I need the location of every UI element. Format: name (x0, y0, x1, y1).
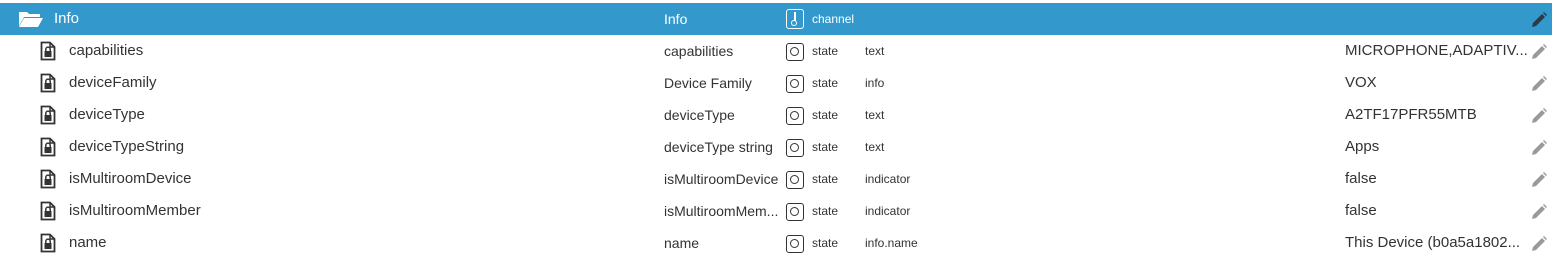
row-name: isMultiroomMember (69, 202, 201, 219)
row-title: capabilities (664, 43, 734, 59)
row-type: state (812, 108, 839, 122)
pencil-icon[interactable] (1530, 3, 1552, 35)
state-row-deviceFamily[interactable]: deviceFamily Device Family state info VO… (0, 67, 1552, 99)
locked-file-icon (40, 67, 60, 99)
row-type: state (812, 76, 839, 90)
locked-file-icon (40, 195, 60, 227)
locked-file-icon (40, 163, 60, 195)
channel-icon (786, 3, 808, 35)
row-title: deviceType string (664, 139, 773, 155)
pencil-icon[interactable] (1530, 163, 1552, 195)
state-icon (786, 227, 808, 259)
state-icon (786, 99, 808, 131)
row-role: text (865, 108, 885, 122)
row-type: state (812, 44, 839, 58)
row-title: Device Family (664, 75, 752, 91)
row-role: indicator (865, 204, 911, 218)
row-role: info (865, 76, 885, 90)
state-icon (786, 163, 808, 195)
row-name: Info (54, 10, 80, 27)
row-name: deviceType (69, 106, 145, 123)
state-icon (786, 35, 808, 67)
row-title: isMultiroomMem... (664, 203, 779, 219)
state-icon (786, 67, 808, 99)
folder-open-icon[interactable] (18, 3, 46, 35)
row-name: name (69, 234, 107, 251)
row-name: isMultiroomDevice (69, 170, 192, 187)
state-row-isMultiroomMember[interactable]: isMultiroomMember isMultiroomMem... stat… (0, 195, 1552, 227)
locked-file-icon (40, 99, 60, 131)
row-value[interactable]: Apps (1345, 131, 1530, 163)
pencil-icon[interactable] (1530, 227, 1552, 259)
row-type: state (812, 236, 839, 250)
row-title: isMultiroomDevice (664, 171, 779, 187)
state-row-deviceTypeString[interactable]: deviceTypeString deviceType string state… (0, 131, 1552, 163)
object-tree: Info Info channel capabilities capabilit… (0, 0, 1552, 253)
row-name: capabilities (69, 42, 144, 59)
state-row-capabilities[interactable]: capabilities capabilities state text MIC… (0, 35, 1552, 67)
pencil-icon[interactable] (1530, 99, 1552, 131)
row-type: state (812, 140, 839, 154)
row-name: deviceTypeString (69, 138, 185, 155)
state-icon (786, 195, 808, 227)
state-row-isMultiroomDevice[interactable]: isMultiroomDevice isMultiroomDevice stat… (0, 163, 1552, 195)
row-value[interactable]: false (1345, 163, 1530, 195)
row-title: deviceType (664, 107, 735, 123)
row-value[interactable]: A2TF17PFR55MTB (1345, 99, 1530, 131)
state-rows: capabilities capabilities state text MIC… (0, 32, 1552, 256)
row-role: info.name (865, 236, 918, 250)
row-name: deviceFamily (69, 74, 157, 91)
row-type: state (812, 172, 839, 186)
row-title: name (664, 235, 700, 251)
row-value[interactable]: This Device (b0a5a1802... (1345, 227, 1530, 259)
state-row-name[interactable]: name name state info.name This Device (b… (0, 227, 1552, 259)
row-value[interactable]: MICROPHONE,ADAPTIV... (1345, 35, 1530, 67)
row-value[interactable]: VOX (1345, 67, 1530, 99)
pencil-icon[interactable] (1530, 67, 1552, 99)
row-role: text (865, 140, 885, 154)
row-value[interactable]: false (1345, 195, 1530, 227)
row-role: indicator (865, 172, 911, 186)
channel-row-info[interactable]: Info Info channel (0, 3, 1552, 35)
state-row-deviceType[interactable]: deviceType deviceType state text A2TF17P… (0, 99, 1552, 131)
locked-file-icon (40, 35, 60, 67)
pencil-icon[interactable] (1530, 131, 1552, 163)
pencil-icon[interactable] (1530, 35, 1552, 67)
row-type: state (812, 204, 839, 218)
locked-file-icon (40, 227, 60, 259)
state-icon (786, 131, 808, 163)
row-role: text (865, 44, 885, 58)
row-title: Info (664, 11, 688, 27)
row-type: channel (812, 12, 855, 26)
locked-file-icon (40, 131, 60, 163)
pencil-icon[interactable] (1530, 195, 1552, 227)
